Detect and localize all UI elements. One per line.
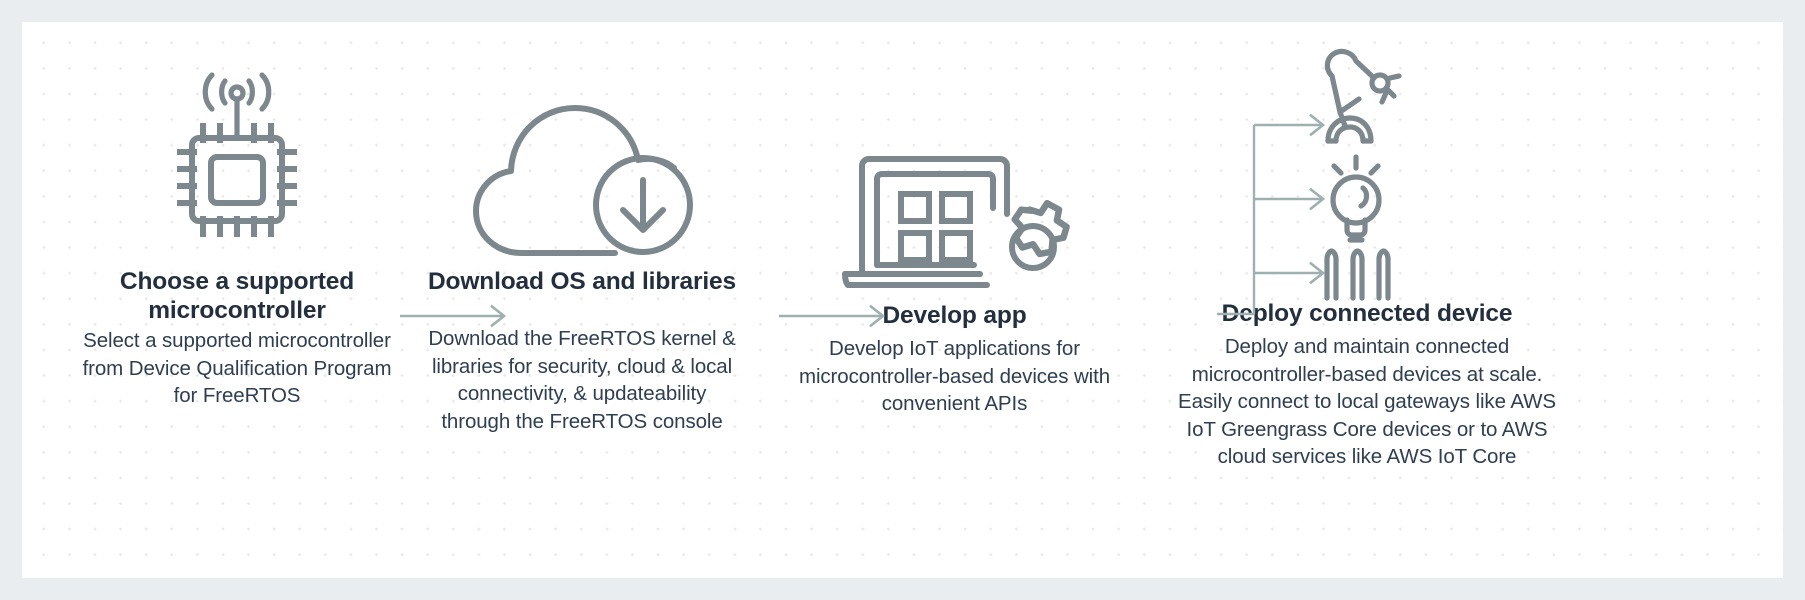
step-1-title: Choose a supported microcontroller bbox=[119, 268, 355, 324]
workflow-steps: Choose a supported microcontroller Selec… bbox=[22, 22, 1783, 578]
diagram-canvas: Choose a supported microcontroller Selec… bbox=[22, 22, 1783, 578]
branching-arrows-step3-to-step4 bbox=[1217, 113, 1387, 327]
laptop-gear-app-icon bbox=[782, 122, 1127, 292]
workflow-step-2: Download OS and libraries Download the F… bbox=[422, 22, 742, 578]
arrow-step2-to-step3 bbox=[779, 304, 889, 328]
cloud-download-icon bbox=[422, 92, 742, 257]
step-1-description: Select a supported microcontroller from … bbox=[82, 329, 392, 407]
workflow-step-1: Choose a supported microcontroller Selec… bbox=[77, 22, 397, 578]
step-4-description: Deploy and maintain connected microcontr… bbox=[1178, 335, 1556, 468]
step-2-description: Download the FreeRTOS kernel & libraries… bbox=[428, 327, 736, 433]
microcontroller-chip-wireless-icon bbox=[77, 52, 397, 257]
workflow-step-3: Develop app Develop IoT applications for… bbox=[782, 22, 1127, 578]
arrow-step1-to-step2 bbox=[400, 304, 510, 328]
step-2-title: Download OS and libraries bbox=[427, 268, 736, 295]
step-3-description: Develop IoT applications for microcontro… bbox=[798, 337, 1111, 415]
